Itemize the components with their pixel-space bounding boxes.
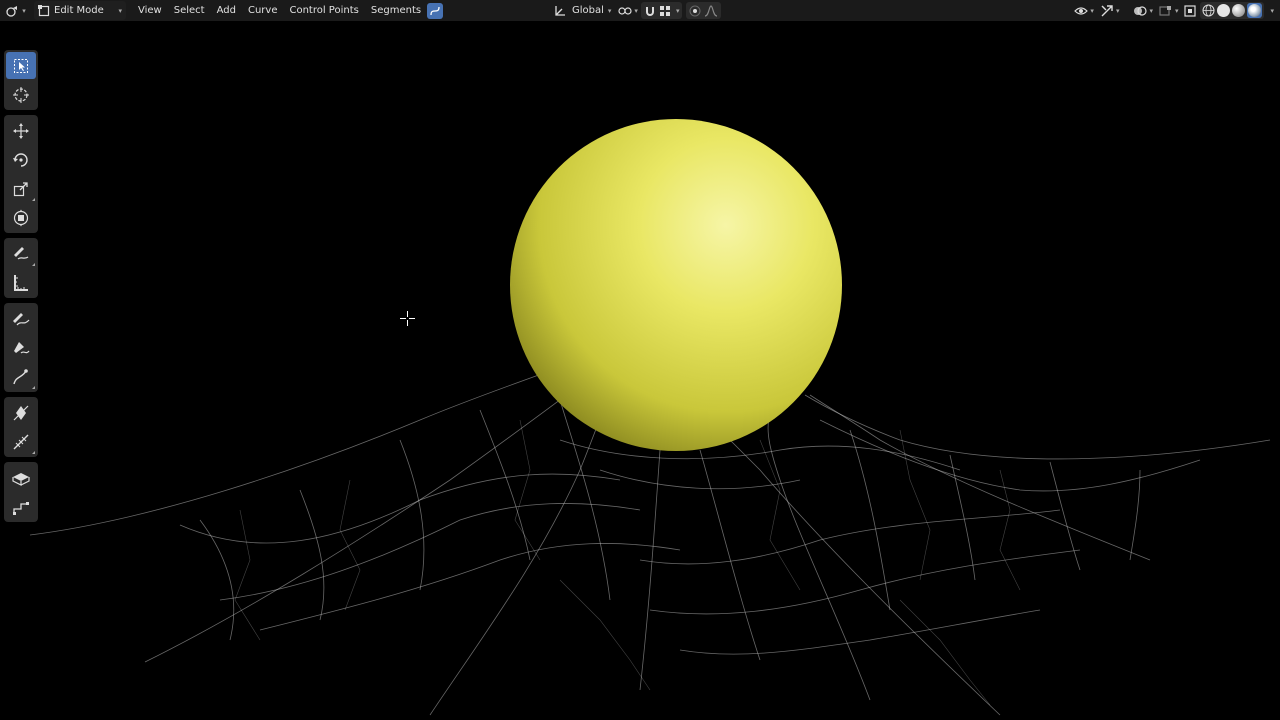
tool-options-corner — [32, 386, 35, 389]
draw-curve-icon — [13, 312, 30, 325]
transform-controls: Global ▾ ▾ ▾ — [550, 1, 722, 20]
chevron-down-icon: ▾ — [675, 6, 680, 15]
pivot-dropdown[interactable]: ▾ — [615, 1, 641, 20]
transform-icon — [13, 209, 29, 226]
gizmo-toggle[interactable]: ▾ — [1098, 1, 1122, 20]
snap-magnet-icon[interactable] — [644, 5, 656, 17]
tool-select-box[interactable] — [6, 52, 36, 79]
select-box-icon — [14, 58, 28, 73]
tool-scale[interactable] — [6, 175, 36, 202]
extrude-cursor-icon — [13, 501, 29, 515]
tool-move[interactable] — [6, 117, 36, 144]
rendered-shading-icon — [1248, 4, 1262, 17]
menu-select[interactable]: Select — [168, 1, 211, 20]
tool-measure[interactable] — [6, 269, 36, 296]
menu-control-points[interactable]: Control Points — [283, 1, 364, 20]
chevron-down-icon: ▾ — [634, 6, 638, 15]
chevron-down-icon: ▾ — [22, 6, 26, 15]
overlays-icon — [1134, 5, 1148, 16]
radius-icon — [13, 405, 29, 420]
tool-pen[interactable] — [6, 334, 36, 361]
tool-options-corner — [32, 198, 35, 201]
move-icon — [13, 122, 29, 139]
curve-draw-toggle[interactable] — [427, 2, 444, 19]
tool-options-corner — [32, 263, 35, 266]
material-shading-icon[interactable] — [1232, 4, 1246, 17]
viewport-display-controls: ▾ ▾ ▾ ▾ ▾ — [1072, 1, 1276, 20]
curve-icon — [430, 6, 440, 15]
menu-segments[interactable]: Segments — [365, 1, 427, 20]
3d-cursor-icon — [13, 86, 29, 103]
menu-add[interactable]: Add — [211, 1, 242, 20]
curve-tilt-icon — [13, 368, 28, 384]
randomize-icon — [13, 434, 29, 449]
tool-shelf — [4, 50, 38, 526]
tool-transform[interactable] — [6, 204, 36, 231]
sphere — [510, 119, 842, 451]
wireframe-shading-icon[interactable] — [1202, 4, 1215, 17]
tool-group-select — [4, 50, 38, 110]
edit-mode-icon — [38, 4, 50, 16]
tool-group-transform — [4, 115, 38, 233]
tool-extrude-cursor[interactable] — [6, 493, 36, 520]
tool-curve-tilt[interactable] — [6, 363, 36, 390]
chevron-down-icon: ▾ — [607, 6, 612, 15]
chevron-down-icon: ▾ — [1090, 6, 1094, 15]
mode-dropdown[interactable]: Edit Mode ▾ — [34, 1, 126, 20]
snap-grid-icon[interactable] — [659, 5, 671, 17]
mesh-edit-overlays[interactable]: ▾ — [1157, 1, 1181, 20]
mouse-cursor-icon — [400, 311, 415, 326]
viewport-header: ▾ Edit Mode ▾ View Select Add Curve Cont… — [0, 0, 1280, 21]
tool-group-edit — [4, 397, 38, 457]
extrude-icon — [12, 472, 30, 486]
tool-group-extrude — [4, 462, 38, 522]
mesh-overlay-icon — [1159, 5, 1171, 16]
tool-cursor[interactable] — [6, 81, 36, 108]
scale-icon — [13, 181, 28, 196]
shading-options[interactable]: ▾ — [1266, 1, 1276, 20]
editor-type-button[interactable]: ▾ — [0, 1, 32, 20]
chevron-down-icon: ▾ — [1149, 6, 1153, 15]
rendered-shading-button[interactable] — [1247, 3, 1263, 18]
tool-radius[interactable] — [6, 399, 36, 426]
orientation-icon — [555, 5, 565, 16]
proportional-edit-group — [686, 2, 722, 19]
xray-toggle[interactable] — [1182, 1, 1198, 20]
annotate-pencil-icon — [14, 246, 29, 259]
menu-curve[interactable]: Curve — [242, 1, 284, 20]
eye-icon — [1074, 6, 1089, 15]
falloff-curve-icon[interactable] — [704, 4, 718, 17]
tool-annotate[interactable] — [6, 240, 36, 267]
chevron-down-icon: ▾ — [118, 6, 122, 15]
mode-label: Edit Mode — [54, 5, 104, 16]
snapping-group: ▾ — [640, 2, 683, 19]
overlays-toggle[interactable]: ▾ — [1131, 1, 1155, 20]
rotate-icon — [13, 152, 28, 167]
orientation-label: Global — [572, 5, 604, 16]
tool-options-corner — [32, 451, 35, 454]
3d-viewport[interactable] — [0, 21, 1280, 720]
visibility-dropdown[interactable]: ▾ — [1072, 1, 1096, 20]
tool-group-curve — [4, 303, 38, 392]
proportional-edit-icon[interactable] — [689, 5, 701, 17]
pen-nib-icon — [14, 341, 30, 353]
tool-group-annotate — [4, 238, 38, 298]
tool-rotate[interactable] — [6, 146, 36, 173]
chevron-down-icon: ▾ — [1115, 6, 1120, 15]
pivot-link-icon — [618, 6, 633, 15]
menu-view[interactable]: View — [132, 1, 168, 20]
solid-shading-icon[interactable] — [1217, 4, 1231, 17]
xray-icon — [1184, 4, 1197, 17]
editor-type-icon — [6, 5, 18, 17]
tool-extrude[interactable] — [6, 464, 36, 491]
shading-modes — [1200, 2, 1265, 19]
tool-draw[interactable] — [6, 305, 36, 332]
chevron-down-icon: ▾ — [1270, 6, 1274, 15]
chevron-down-icon: ▾ — [1174, 6, 1179, 15]
gizmo-icon — [1101, 4, 1113, 16]
orientation-dropdown[interactable]: Global ▾ — [550, 1, 615, 20]
measure-ruler-icon — [14, 274, 28, 291]
tool-randomize[interactable] — [6, 428, 36, 455]
